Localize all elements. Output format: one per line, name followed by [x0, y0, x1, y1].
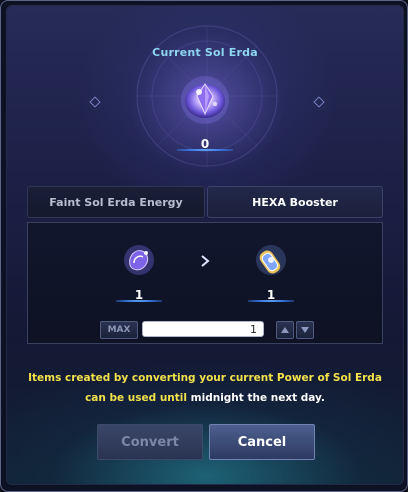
- sol-erda-conversion-window: Current Sol Erda 0 Faint Sol Erda Energy…: [0, 0, 408, 492]
- cancel-button[interactable]: Cancel: [209, 424, 315, 460]
- tab-faint-sol-erda-energy[interactable]: Faint Sol Erda Energy: [27, 186, 205, 218]
- tab-hexa-booster[interactable]: HEXA Booster: [207, 186, 383, 218]
- quantity-input[interactable]: 1: [142, 321, 264, 337]
- expiry-notice: Items created by converting your current…: [7, 368, 403, 408]
- notice-line-2-time: midnight the next day.: [190, 392, 325, 404]
- notice-line-1: Items created by converting your current…: [28, 372, 382, 384]
- conversion-panel: 1 1 MAX 1: [27, 222, 383, 344]
- sol-erda-crystal-icon: [181, 76, 229, 124]
- from-amount: 1: [134, 288, 144, 302]
- window-body: Current Sol Erda 0 Faint Sol Erda Energy…: [6, 5, 404, 485]
- decorative-diamond-left: [89, 96, 101, 108]
- notice-line-2-highlight: can be used until: [85, 392, 187, 404]
- triangle-down-icon: [301, 327, 309, 333]
- sol-erda-amount: 0: [200, 137, 210, 151]
- faint-sol-erda-energy-icon: [124, 245, 154, 275]
- conversion-tabs: Faint Sol Erda Energy HEXA Booster: [27, 186, 383, 218]
- max-button[interactable]: MAX: [100, 321, 138, 339]
- current-sol-erda-title: Current Sol Erda: [152, 46, 258, 59]
- hexa-booster-icon: [256, 245, 286, 275]
- increment-button[interactable]: [276, 321, 294, 339]
- triangle-up-icon: [281, 327, 289, 333]
- decrement-button[interactable]: [296, 321, 314, 339]
- to-amount: 1: [266, 288, 276, 302]
- decorative-diamond-right: [313, 96, 325, 108]
- chevron-right-icon: [201, 255, 210, 267]
- convert-button[interactable]: Convert: [97, 424, 203, 460]
